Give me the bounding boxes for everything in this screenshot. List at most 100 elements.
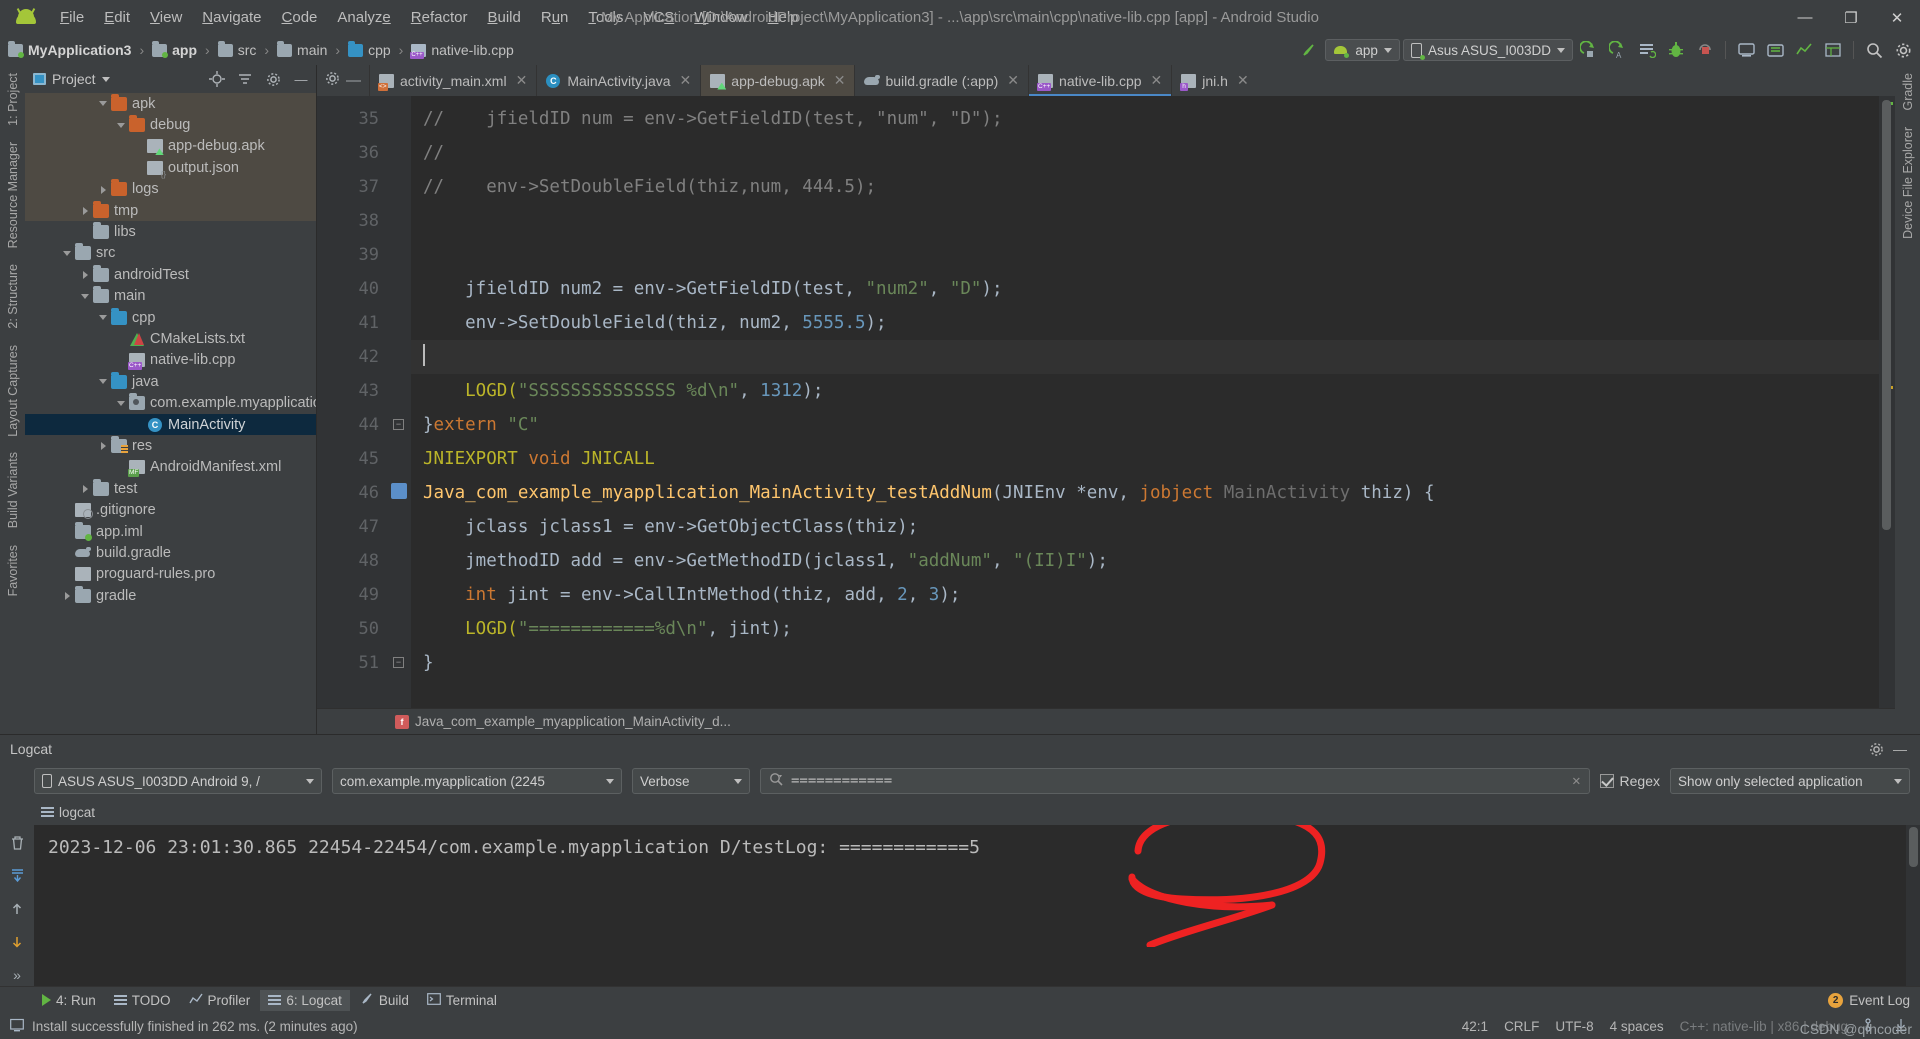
tree-node[interactable]: AndroidManifest.xml (25, 457, 316, 478)
chevron-right-icon[interactable] (79, 204, 92, 217)
close-button[interactable]: ✕ (1874, 0, 1920, 35)
tool-tab-gradle[interactable]: Gradle (1898, 65, 1918, 119)
chevron-down-icon[interactable] (97, 97, 110, 110)
tree-node[interactable]: output.json (25, 157, 316, 179)
logcat-regex-checkbox[interactable]: Regex (1599, 773, 1660, 789)
menu-analyze[interactable]: Analyze (327, 6, 400, 29)
tree-node[interactable]: CMakeLists.txt (25, 328, 316, 349)
code-line[interactable]: JNIEXPORT void JNICALL (411, 442, 1879, 476)
editor-tab-app-debug-apk[interactable]: app-debug.apk ✕ (700, 65, 855, 96)
hide-editor-tabs-icon[interactable]: — (346, 72, 361, 89)
project-tree[interactable]: apk debug app-debug.apk output.json logs tmp l… (25, 93, 316, 734)
event-log-button[interactable]: Event Log (1849, 993, 1910, 1008)
code-line[interactable] (411, 340, 1879, 374)
tool-tab-layout-captures[interactable]: Layout Captures (3, 337, 23, 445)
code-line[interactable]: Java_com_example_myapplication_MainActiv… (411, 476, 1879, 510)
chevron-right-icon[interactable] (61, 589, 74, 602)
breadcrumb-item-src[interactable]: src (217, 40, 256, 58)
logcat-search-input[interactable]: ============ ✕ (760, 768, 1590, 794)
code-line[interactable]: LOGD("============%d\n", jint); (411, 612, 1879, 646)
tool-button-terminal[interactable]: Terminal (419, 990, 505, 1011)
layout-inspector-icon[interactable] (1820, 38, 1846, 62)
code-line[interactable]: // (411, 136, 1879, 170)
chevron-down-icon[interactable] (61, 247, 74, 260)
tree-node[interactable]: gradle (25, 585, 316, 606)
search-icon[interactable] (1861, 38, 1887, 62)
menu-refactor[interactable]: Refactor (401, 6, 478, 29)
menu-run[interactable]: Run (531, 6, 579, 29)
up-arrow-icon[interactable] (5, 897, 29, 920)
file-encoding[interactable]: UTF-8 (1555, 1019, 1593, 1034)
code-line[interactable]: // jfieldID num = env->GetFieldID(test, … (411, 102, 1879, 136)
tree-node[interactable]: apk (25, 93, 316, 115)
tree-node[interactable]: libs (25, 221, 316, 242)
tree-node[interactable]: androidTest (25, 264, 316, 285)
code-line[interactable]: jmethodID add = env->GetMethodID(jclass1… (411, 544, 1879, 578)
hide-panel-icon[interactable]: — (1888, 738, 1912, 760)
close-icon[interactable]: ✕ (516, 72, 528, 89)
sdk-manager-icon[interactable] (1762, 38, 1788, 62)
tree-node[interactable]: main (25, 286, 316, 307)
device-selector[interactable]: Asus ASUS_I003DD (1402, 39, 1573, 61)
chevron-right-icon[interactable] (97, 439, 110, 452)
code-line[interactable]: LOGD("SSSSSSSSSSSSSS %d\n", 1312); (411, 374, 1879, 408)
clear-logcat-icon[interactable] (5, 831, 29, 854)
menu-view[interactable]: View (140, 6, 192, 29)
down-arrow-icon[interactable] (5, 930, 29, 953)
tree-node[interactable]: native-lib.cpp (25, 350, 316, 371)
scroll-to-end-icon[interactable] (5, 864, 29, 887)
maximize-button[interactable]: ❐ (1828, 0, 1874, 35)
code-line[interactable]: } (411, 646, 1879, 680)
tool-button-logcat[interactable]: 6: Logcat (260, 989, 350, 1011)
tree-node[interactable]: cpp (25, 307, 316, 328)
gear-icon[interactable] (262, 68, 284, 90)
clear-search-icon[interactable]: ✕ (1572, 773, 1580, 789)
tool-tab-structure[interactable]: 2: Structure (3, 256, 23, 337)
code-folding-column[interactable]: −−− (389, 96, 411, 708)
tree-node[interactable]: MainActivity (25, 413, 316, 436)
code-line[interactable]: env->SetDoubleField(thiz, num2, 5555.5); (411, 306, 1879, 340)
editor-scrollbar[interactable] (1879, 96, 1895, 708)
editor-breadcrumb[interactable]: f Java_com_example_myapplication_MainAct… (317, 708, 1895, 734)
tree-node[interactable]: app-debug.apk (25, 135, 316, 158)
editor-tab-jni-h[interactable]: jni.h✕ (1171, 65, 1257, 96)
code-line[interactable] (411, 204, 1879, 238)
tree-node[interactable]: app.iml (25, 521, 316, 542)
tool-button-todo[interactable]: TODO (106, 990, 179, 1011)
close-icon[interactable]: ✕ (680, 72, 692, 89)
line-separator[interactable]: CRLF (1504, 1019, 1539, 1034)
code-line[interactable]: int jint = env->CallIntMethod(thiz, add,… (411, 578, 1879, 612)
logcat-output[interactable]: 2023-12-06 23:01:30.865 22454-22454/com.… (34, 825, 1920, 986)
tool-tab-build-variants[interactable]: Build Variants (3, 444, 23, 536)
logcat-level-selector[interactable]: Verbose (632, 768, 750, 794)
tool-button-run[interactable]: 4: Run (34, 990, 104, 1011)
collapse-all-icon[interactable] (234, 68, 256, 90)
close-icon[interactable]: ✕ (834, 72, 846, 89)
close-icon[interactable]: ✕ (1237, 72, 1249, 89)
run-configuration-selector[interactable]: app (1325, 39, 1400, 61)
editor-tab-mainactivity-java[interactable]: MainActivity.java✕ (536, 65, 700, 96)
tree-node[interactable]: java (25, 371, 316, 392)
menu-navigate[interactable]: Navigate (192, 6, 271, 29)
tool-tab-device-file-explorer[interactable]: Device File Explorer (1898, 119, 1918, 247)
run-icon[interactable] (1576, 38, 1602, 62)
close-icon[interactable]: ✕ (1151, 72, 1163, 89)
attach-debugger-icon[interactable] (1634, 38, 1660, 62)
menu-edit[interactable]: Edit (94, 6, 140, 29)
tree-node[interactable]: .gitignore (25, 499, 316, 520)
code-line[interactable]: jclass jclass1 = env->GetObjectClass(thi… (411, 510, 1879, 544)
chevron-down-icon[interactable] (101, 76, 110, 82)
chevron-down-icon[interactable] (115, 397, 128, 410)
code-line[interactable]: }extern "C" (411, 408, 1879, 442)
tool-tab-project[interactable]: 1: Project (3, 65, 23, 134)
editor-settings-icon[interactable] (325, 71, 340, 90)
more-icon[interactable]: » (5, 963, 29, 986)
breadcrumb-item-project[interactable]: MyApplication3 (8, 40, 131, 58)
menu-build[interactable]: Build (477, 6, 530, 29)
editor-tab-activity-main-xml[interactable]: activity_main.xml✕ (369, 65, 536, 96)
chevron-right-icon[interactable] (79, 482, 92, 495)
menu-window[interactable]: Window (684, 6, 757, 29)
menu-vcs[interactable]: VCS (633, 6, 684, 29)
debug-icon[interactable]: A (1605, 38, 1631, 62)
menu-help[interactable]: Help (758, 6, 809, 29)
